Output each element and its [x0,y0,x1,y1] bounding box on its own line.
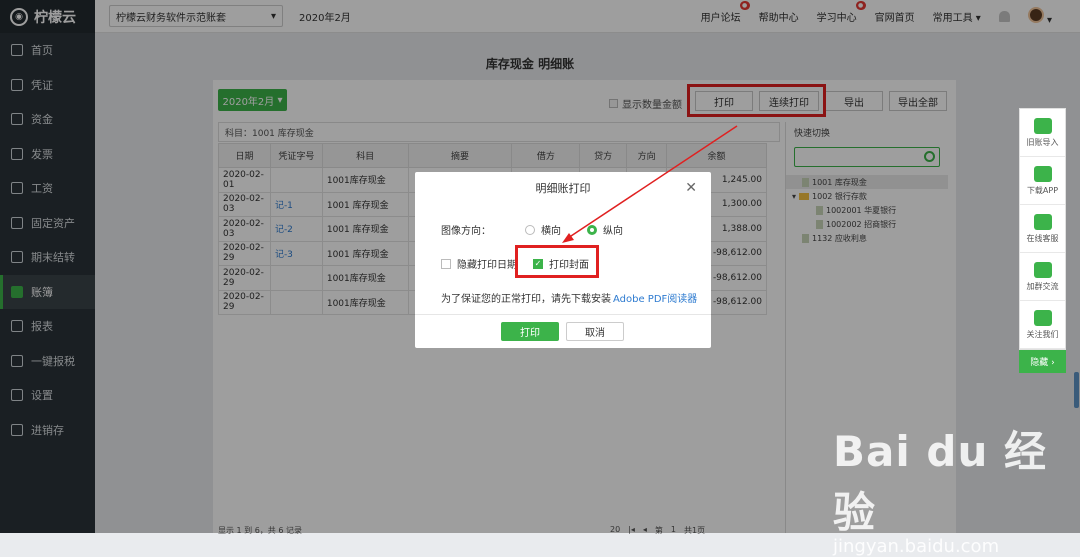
phone-icon [1033,165,1052,182]
annotation-arrow [562,125,738,243]
user-icon [1033,213,1052,230]
group-icon [1033,261,1052,278]
download-icon [1033,117,1052,134]
hide-toolbar-button[interactable]: 隐藏 › [1019,350,1066,373]
download-app[interactable]: 下载APP [1020,157,1065,205]
scrollbar[interactable] [1074,372,1079,408]
wechat-icon [1033,309,1052,326]
right-toolbar: 旧账导入 下载APP 在线客服 加群交流 关注我们 [1019,108,1066,350]
join-group[interactable]: 加群交流 [1020,253,1065,301]
import-old-books[interactable]: 旧账导入 [1020,109,1065,157]
follow-us[interactable]: 关注我们 [1020,301,1065,349]
online-support[interactable]: 在线客服 [1020,205,1065,253]
